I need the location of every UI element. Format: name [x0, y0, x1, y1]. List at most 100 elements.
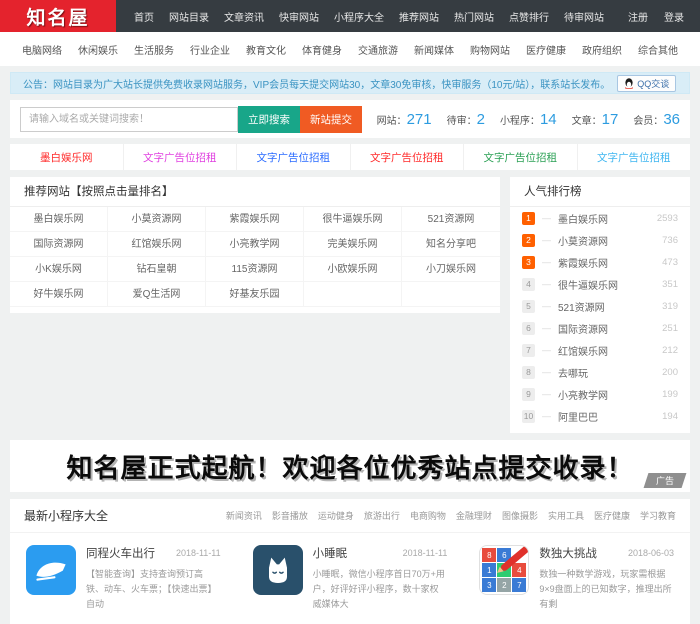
nav-likes-ranking[interactable]: 点赞排行: [509, 9, 549, 24]
ranking-row[interactable]: 6 — 国际资源网 251: [510, 317, 690, 339]
ranking-row[interactable]: 5 — 521资源网 319: [510, 295, 690, 317]
ad-link[interactable]: 墨白娱乐网: [10, 144, 124, 170]
ad-link[interactable]: 文字广告位招租: [351, 144, 464, 170]
search-input[interactable]: [20, 106, 238, 132]
submit-site-button[interactable]: 新站提交: [300, 105, 362, 133]
miniapp-description: 【智能查询】支持查询预订高铁、动车、火车票；【快速出票】自动: [86, 569, 217, 609]
category-life[interactable]: 生活服务: [134, 42, 174, 57]
category-misc[interactable]: 综合其他: [638, 42, 678, 57]
search-button[interactable]: 立即搜索: [238, 105, 300, 133]
miniapp-link-news[interactable]: 新闻资讯: [226, 509, 262, 522]
stat-pending-label: 待审：: [446, 115, 477, 127]
register-link[interactable]: 注册: [628, 9, 648, 24]
site-link[interactable]: 115资源网: [206, 257, 304, 282]
sudoku-grid-icon: 8 6 1 4 3 2 7: [479, 545, 530, 595]
site-link[interactable]: 国际资源网: [10, 232, 108, 257]
ranking-row[interactable]: 9 — 小亮教学网 199: [510, 383, 690, 405]
miniapp-card[interactable]: 同程火车出行 2018-11-11 【智能查询】支持查询预订高铁、动车、火车票；…: [10, 533, 237, 624]
rank-site-name[interactable]: 红馆娱乐网: [558, 343, 662, 358]
category-travel[interactable]: 交通旅游: [358, 42, 398, 57]
rank-dash-icon: —: [542, 301, 551, 311]
stat-articles-value: 17: [601, 110, 619, 128]
miniapp-link-shopping[interactable]: 电商购物: [410, 509, 446, 522]
site-link[interactable]: 小欧娱乐网: [304, 257, 402, 282]
ad-link[interactable]: 文字广告位招租: [124, 144, 237, 170]
site-link[interactable]: 小莫资源网: [108, 207, 206, 232]
miniapp-link-photo[interactable]: 图像摄影: [502, 509, 538, 522]
miniapp-date: 2018-11-11: [402, 548, 448, 558]
nav-miniapps[interactable]: 小程序大全: [334, 9, 384, 24]
category-leisure[interactable]: 休闲娱乐: [78, 42, 118, 57]
rank-badge: 9: [522, 387, 535, 401]
site-link[interactable]: 紫霞娱乐网: [206, 207, 304, 232]
nav-recommended[interactable]: 推荐网站: [399, 9, 439, 24]
rank-site-name[interactable]: 墨白娱乐网: [558, 211, 657, 226]
nav-site-directory[interactable]: 网站目录: [169, 9, 209, 24]
ranking-row[interactable]: 7 — 红馆娱乐网 212: [510, 339, 690, 361]
nav-fast-review[interactable]: 快审网站: [279, 9, 319, 24]
ranking-row[interactable]: 2 — 小莫资源网 736: [510, 229, 690, 251]
rank-site-name[interactable]: 国际资源网: [558, 321, 662, 336]
nav-pending-sites[interactable]: 待审网站: [564, 9, 604, 24]
nav-articles[interactable]: 文章资讯: [224, 9, 264, 24]
miniapp-link-fitness[interactable]: 运动健身: [318, 509, 354, 522]
site-link[interactable]: 好基友乐园: [206, 282, 304, 307]
rank-site-name[interactable]: 很牛逼娱乐网: [558, 277, 662, 292]
category-news[interactable]: 新闻媒体: [414, 42, 454, 57]
text-ad-bar: 墨白娱乐网 文字广告位招租 文字广告位招租 文字广告位招租 文字广告位招租 文字…: [10, 144, 690, 170]
ranking-row[interactable]: 3 — 紫霞娱乐网 473: [510, 251, 690, 273]
site-link[interactable]: 很牛逼娱乐网: [304, 207, 402, 232]
ranking-row[interactable]: 8 — 去哪玩 200: [510, 361, 690, 383]
rank-site-name[interactable]: 去哪玩: [558, 365, 662, 380]
site-link[interactable]: 小亮教学网: [206, 232, 304, 257]
category-medical[interactable]: 医疗健康: [526, 42, 566, 57]
miniapp-link-study[interactable]: 学习教育: [640, 509, 676, 522]
ranking-row[interactable]: 4 — 很牛逼娱乐网 351: [510, 273, 690, 295]
miniapp-card[interactable]: 小睡眠 2018-11-11 小睡眠，微信小程序首日70万+用户，好评好评小程序…: [236, 533, 464, 624]
site-link[interactable]: 红馆娱乐网: [108, 232, 206, 257]
site-link[interactable]: 521资源网: [402, 207, 500, 232]
ad-link[interactable]: 文字广告位招租: [237, 144, 351, 170]
site-logo[interactable]: 知名屋: [0, 0, 116, 32]
rank-site-name[interactable]: 阿里巴巴: [558, 409, 662, 424]
category-sports[interactable]: 体育健身: [302, 42, 342, 57]
site-link[interactable]: 爱Q生活网: [108, 282, 206, 307]
miniapp-date: 2018-06-03: [627, 548, 674, 558]
site-link[interactable]: 墨白娱乐网: [10, 207, 108, 232]
ad-link[interactable]: 文字广告位招租: [578, 144, 691, 170]
category-government[interactable]: 政府组织: [582, 42, 622, 57]
promo-banner[interactable]: 知名屋正式起航！欢迎各位优秀站点提交收录！ 广告: [10, 440, 690, 492]
site-link[interactable]: 小K娱乐网: [10, 257, 108, 282]
miniapp-link-finance[interactable]: 金融理财: [456, 509, 492, 522]
miniapp-link-media[interactable]: 影音播放: [272, 509, 308, 522]
qq-chat-button[interactable]: QQ交谈: [617, 74, 677, 92]
category-computer[interactable]: 电脑网络: [22, 42, 62, 57]
site-link[interactable]: 小刀娱乐网: [402, 257, 500, 282]
recommended-sites-panel: 推荐网站【按照点击量排名】 墨白娱乐网 小莫资源网 紫霞娱乐网 很牛逼娱乐网 5…: [10, 177, 500, 313]
rank-site-name[interactable]: 521资源网: [558, 299, 662, 314]
category-shopping[interactable]: 购物网站: [470, 42, 510, 57]
miniapp-card[interactable]: 8 6 1 4 3 2 7 数独大挑战 2018-06-03 数独一种数学游戏，…: [463, 533, 690, 624]
site-link[interactable]: 钻石皇朝: [108, 257, 206, 282]
nav-home[interactable]: 首页: [134, 9, 154, 24]
rank-site-name[interactable]: 紫霞娱乐网: [558, 255, 662, 270]
miniapp-link-medical[interactable]: 医疗健康: [594, 509, 630, 522]
site-link[interactable]: 完美娱乐网: [304, 232, 402, 257]
rank-badge: 7: [522, 343, 535, 357]
ad-link[interactable]: 文字广告位招租: [464, 144, 578, 170]
rank-dash-icon: —: [542, 257, 551, 267]
stat-members-label: 会员：: [633, 115, 664, 127]
ranking-row[interactable]: 10 — 阿里巴巴 194: [510, 405, 690, 427]
nav-hot-sites[interactable]: 热门网站: [454, 9, 494, 24]
rank-site-name[interactable]: 小莫资源网: [558, 233, 662, 248]
category-education[interactable]: 教育文化: [246, 42, 286, 57]
login-link[interactable]: 登录: [664, 9, 684, 24]
miniapp-link-tools[interactable]: 实用工具: [548, 509, 584, 522]
category-industry[interactable]: 行业企业: [190, 42, 230, 57]
miniapp-description: 数独一种数学游戏，玩家需根据9×9盘面上的已知数字，推理出所有剩: [539, 569, 672, 609]
ranking-row[interactable]: 1 — 墨白娱乐网 2593: [510, 207, 690, 229]
site-link[interactable]: 知名分享吧: [402, 232, 500, 257]
miniapp-link-travel[interactable]: 旅游出行: [364, 509, 400, 522]
rank-site-name[interactable]: 小亮教学网: [558, 387, 662, 402]
site-link[interactable]: 好牛娱乐网: [10, 282, 108, 307]
